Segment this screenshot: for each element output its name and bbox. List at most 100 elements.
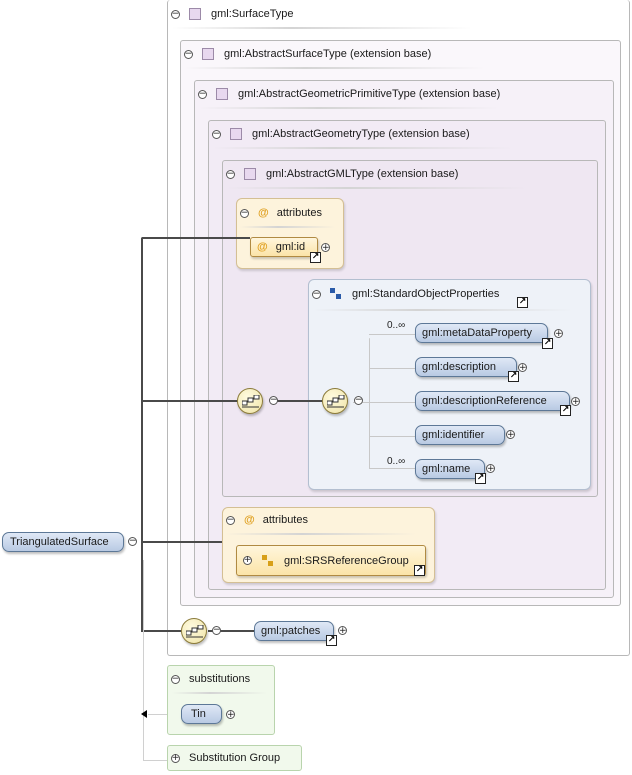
attribute-icon: @: [258, 207, 269, 219]
expand-icon[interactable]: +: [171, 753, 180, 763]
separator: [227, 187, 527, 189]
branch-line: [369, 338, 370, 468]
substitution-tin[interactable]: Tin: [181, 704, 222, 724]
collapse-icon[interactable]: −: [240, 208, 249, 218]
separator: [199, 107, 499, 109]
occurrence-label: 0..∞: [387, 456, 406, 467]
complex-type-label: gml:AbstractSurfaceType (extension base): [224, 48, 432, 60]
shortcut-arrow-icon[interactable]: ↗: [542, 338, 553, 349]
element-patches[interactable]: gml:patches: [254, 621, 334, 641]
attribute-icon: @: [244, 514, 255, 526]
attributes-header: − @ attributes: [226, 512, 308, 528]
connector-line: [141, 630, 181, 632]
shortcut-arrow-icon[interactable]: ↗: [326, 635, 337, 646]
surface-type-header: − gml:SurfaceType: [171, 6, 294, 22]
expand-icon[interactable]: +: [506, 430, 515, 440]
shortcut-arrow-icon[interactable]: ↗: [560, 405, 571, 416]
collapse-icon[interactable]: −: [226, 515, 235, 525]
attribute-group-label: gml:SRSReferenceGroup: [284, 554, 409, 567]
separator: [226, 533, 416, 535]
attributes-label: attributes: [262, 514, 308, 526]
element-label: gml:identifier: [422, 429, 485, 441]
collapse-icon[interactable]: −: [212, 626, 221, 635]
expand-icon[interactable]: +: [554, 329, 563, 339]
abstract-gml-type-header: − gml:AbstractGMLType (extension base): [226, 166, 458, 182]
collapse-icon[interactable]: −: [171, 674, 180, 684]
element-identifier[interactable]: gml:identifier: [415, 425, 505, 445]
standard-object-properties-header: − gml:StandardObjectProperties: [312, 286, 499, 302]
element-description-reference[interactable]: gml:descriptionReference: [415, 391, 570, 411]
sequence-compositor-icon[interactable]: [322, 388, 348, 414]
element-label: gml:name: [422, 463, 471, 475]
collapse-icon[interactable]: −: [354, 396, 363, 405]
collapse-icon[interactable]: −: [171, 9, 180, 19]
abstract-geometry-type-header: − gml:AbstractGeometryType (extension ba…: [212, 126, 470, 142]
collapse-icon[interactable]: −: [184, 49, 193, 59]
occurrence-label: 0..∞: [387, 320, 406, 331]
expand-icon[interactable]: +: [243, 556, 252, 565]
shortcut-arrow-icon[interactable]: ↗: [508, 371, 519, 382]
expand-icon[interactable]: +: [338, 626, 347, 636]
expand-icon[interactable]: +: [571, 397, 580, 407]
separator: [240, 226, 335, 228]
complex-type-icon: [189, 8, 201, 20]
element-meta-data-property[interactable]: gml:metaDataProperty: [415, 323, 548, 343]
branch-line: [369, 468, 415, 469]
collapse-icon[interactable]: −: [198, 89, 207, 99]
complex-type-label: gml:AbstractGeometricPrimitiveType (exte…: [238, 88, 501, 100]
abstract-surface-type-header: − gml:AbstractSurfaceType (extension bas…: [184, 46, 431, 62]
expand-icon[interactable]: +: [486, 464, 495, 474]
shortcut-arrow-icon[interactable]: ↗: [414, 565, 425, 576]
attributes-label: attributes: [276, 207, 322, 219]
branch-line: [369, 436, 415, 437]
collapse-icon[interactable]: −: [212, 129, 221, 139]
complex-type-icon: [244, 168, 256, 180]
attribute-icon: @: [257, 241, 268, 253]
element-label: gml:descriptionReference: [422, 395, 547, 407]
element-label: gml:description: [422, 361, 496, 373]
attributes-header: − @ attributes: [240, 205, 322, 221]
expand-icon[interactable]: +: [321, 243, 330, 253]
branch-line: [369, 368, 415, 369]
collapse-icon[interactable]: −: [226, 169, 235, 179]
connector-line: [141, 400, 237, 402]
separator: [313, 309, 573, 311]
separator: [213, 147, 513, 149]
element-description[interactable]: gml:description: [415, 357, 517, 377]
connector-line: [141, 541, 222, 543]
substitution-line: [143, 760, 167, 761]
substitutions-header: − substitutions: [171, 671, 250, 687]
sequence-compositor-icon[interactable]: [237, 388, 263, 414]
element-label: gml:patches: [261, 625, 321, 637]
connector-line: [141, 237, 250, 239]
complex-type-icon: [216, 88, 228, 100]
attribute-label: gml:id: [275, 241, 306, 253]
sequence-compositor-icon[interactable]: [181, 618, 207, 644]
shortcut-arrow-icon[interactable]: ↗: [475, 473, 486, 484]
expand-icon[interactable]: +: [518, 363, 527, 373]
expand-icon[interactable]: +: [226, 710, 235, 720]
complex-type-label: gml:AbstractGMLType (extension base): [266, 168, 459, 180]
gml-id-attribute[interactable]: @ gml:id: [250, 237, 318, 257]
substitutions-label: substitutions: [189, 673, 251, 685]
substitution-label: Tin: [191, 708, 206, 720]
group-icon: [330, 288, 341, 299]
element-label: gml:metaDataProperty: [422, 327, 533, 339]
collapse-icon[interactable]: −: [312, 289, 321, 299]
separator: [185, 67, 485, 69]
complex-type-icon: [230, 128, 242, 140]
separator: [172, 27, 472, 29]
collapse-icon[interactable]: −: [269, 396, 278, 405]
complex-type-label: gml:AbstractGeometryType (extension base…: [252, 128, 470, 140]
arrow-left-icon: [141, 710, 147, 718]
complex-type-label: gml:SurfaceType: [211, 8, 294, 20]
collapse-icon[interactable]: −: [128, 537, 137, 546]
shortcut-arrow-icon[interactable]: ↗: [517, 297, 528, 308]
substitution-group-label: Substitution Group: [189, 752, 281, 764]
substitution-line: [143, 560, 144, 760]
shortcut-arrow-icon[interactable]: ↗: [310, 252, 321, 263]
branch-line: [369, 334, 415, 335]
root-element-triangulated-surface[interactable]: TriangulatedSurface: [2, 532, 124, 552]
root-element-label: TriangulatedSurface: [10, 536, 109, 548]
srs-reference-group-attribute[interactable]: + gml:SRSReferenceGroup: [236, 545, 426, 576]
